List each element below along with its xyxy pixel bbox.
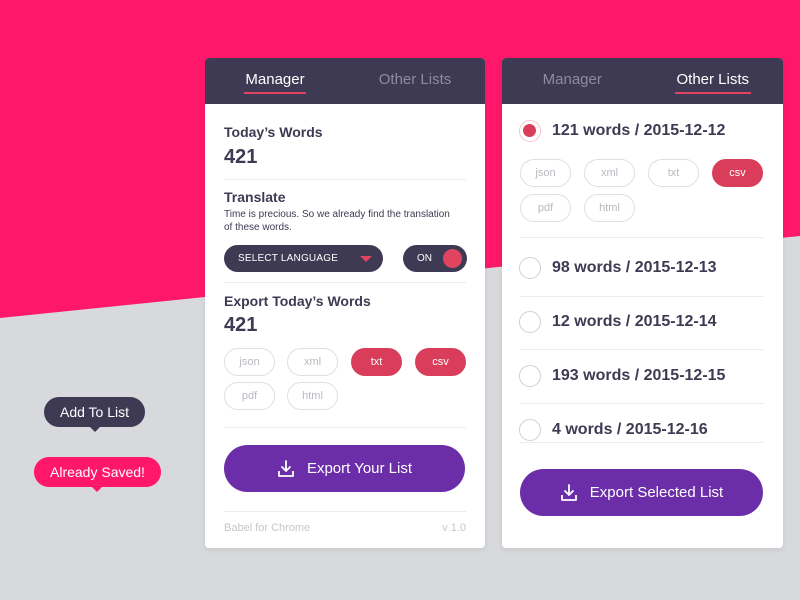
radio-button[interactable] bbox=[519, 257, 541, 279]
language-select[interactable]: SELECT LANGUAGE bbox=[224, 245, 383, 272]
active-tab-underline bbox=[244, 92, 306, 94]
list-item-label: 4 words / 2015-12-16 bbox=[552, 421, 708, 438]
tab-other-lists[interactable]: Other Lists bbox=[643, 58, 784, 104]
todays-words-label: Today’s Words bbox=[224, 124, 323, 140]
format-chip-txt[interactable]: txt bbox=[351, 348, 402, 376]
tab-bar: Manager Other Lists bbox=[502, 58, 783, 104]
list-item-label: 12 words / 2015-12-14 bbox=[552, 313, 717, 330]
tab-label: Manager bbox=[245, 71, 305, 88]
tab-manager[interactable]: Manager bbox=[502, 58, 643, 104]
format-chip-json[interactable]: json bbox=[520, 159, 571, 187]
add-to-list-tooltip[interactable]: Add To List bbox=[44, 397, 146, 432]
divider bbox=[224, 427, 466, 428]
download-icon bbox=[560, 483, 577, 501]
list-item-label: 121 words / 2015-12-12 bbox=[552, 122, 726, 139]
language-select-label: SELECT LANGUAGE bbox=[238, 253, 339, 264]
export-label: Export Today’s Words bbox=[224, 293, 371, 309]
format-chip-txt[interactable]: txt bbox=[648, 159, 699, 187]
radio-button[interactable] bbox=[519, 120, 541, 142]
divider bbox=[520, 296, 764, 297]
translate-description-line-1: Time is precious. So we already find the… bbox=[224, 209, 450, 220]
tab-bar: Manager Other Lists bbox=[205, 58, 485, 104]
translate-description-line-2: of these words. bbox=[224, 222, 292, 233]
tab-label: Other Lists bbox=[676, 71, 750, 88]
format-chip-html[interactable]: html bbox=[584, 194, 635, 222]
divider bbox=[224, 511, 466, 512]
format-chip-pdf[interactable]: pdf bbox=[224, 382, 275, 410]
list-item[interactable]: 12 words / 2015-12-14 bbox=[519, 311, 717, 333]
already-saved-tooltip: Already Saved! bbox=[34, 457, 161, 492]
radio-button[interactable] bbox=[519, 365, 541, 387]
export-selected-list-button[interactable]: Export Selected List bbox=[520, 469, 763, 516]
list-item[interactable]: 4 words / 2015-12-16 bbox=[519, 419, 708, 441]
button-label: Export Selected List bbox=[589, 484, 724, 501]
caret-down-icon bbox=[360, 256, 372, 262]
tab-manager[interactable]: Manager bbox=[205, 58, 345, 104]
divider bbox=[520, 442, 764, 443]
radio-button[interactable] bbox=[519, 419, 541, 441]
tab-label: Other Lists bbox=[378, 71, 452, 88]
format-chip-xml[interactable]: xml bbox=[584, 159, 635, 187]
toggle-knob bbox=[443, 249, 462, 268]
export-your-list-button[interactable]: Export Your List bbox=[224, 445, 465, 492]
tab-label: Manager bbox=[542, 71, 602, 88]
list-item-label: 193 words / 2015-12-15 bbox=[552, 367, 726, 384]
manager-panel: Manager Other Lists Today’s Words 421 Tr… bbox=[205, 58, 485, 548]
footer: Babel for Chrome v 1.0 bbox=[224, 522, 466, 534]
other-lists-panel: Manager Other Lists 121 words / 2015-12-… bbox=[502, 58, 783, 548]
app-name: Babel for Chrome bbox=[224, 522, 311, 534]
format-chip-csv[interactable]: csv bbox=[415, 348, 466, 376]
list-item[interactable]: 98 words / 2015-12-13 bbox=[519, 257, 717, 279]
format-chip-csv[interactable]: csv bbox=[712, 159, 763, 187]
toggle-label: ON bbox=[417, 253, 432, 264]
translate-label: Translate bbox=[224, 189, 286, 205]
format-chip-xml[interactable]: xml bbox=[287, 348, 338, 376]
format-chip-pdf[interactable]: pdf bbox=[520, 194, 571, 222]
tab-other-lists[interactable]: Other Lists bbox=[345, 58, 485, 104]
list-item[interactable]: 121 words / 2015-12-12 bbox=[519, 120, 725, 142]
button-label: Export Your List bbox=[306, 460, 413, 477]
list-item-label: 98 words / 2015-12-13 bbox=[552, 259, 717, 276]
radio-button[interactable] bbox=[519, 311, 541, 333]
app-version: v 1.0 bbox=[442, 522, 466, 534]
divider bbox=[224, 179, 466, 180]
download-icon bbox=[278, 459, 294, 477]
active-tab-underline bbox=[674, 92, 751, 94]
list-item[interactable]: 193 words / 2015-12-15 bbox=[519, 365, 725, 387]
format-chip-html[interactable]: html bbox=[287, 382, 338, 410]
translate-toggle[interactable]: ON bbox=[403, 245, 467, 272]
divider bbox=[520, 349, 764, 350]
divider bbox=[520, 237, 764, 238]
export-count: 421 bbox=[224, 314, 258, 336]
format-chip-json[interactable]: json bbox=[224, 348, 275, 376]
divider bbox=[224, 282, 466, 283]
todays-words-count: 421 bbox=[224, 146, 258, 168]
divider bbox=[520, 403, 764, 404]
